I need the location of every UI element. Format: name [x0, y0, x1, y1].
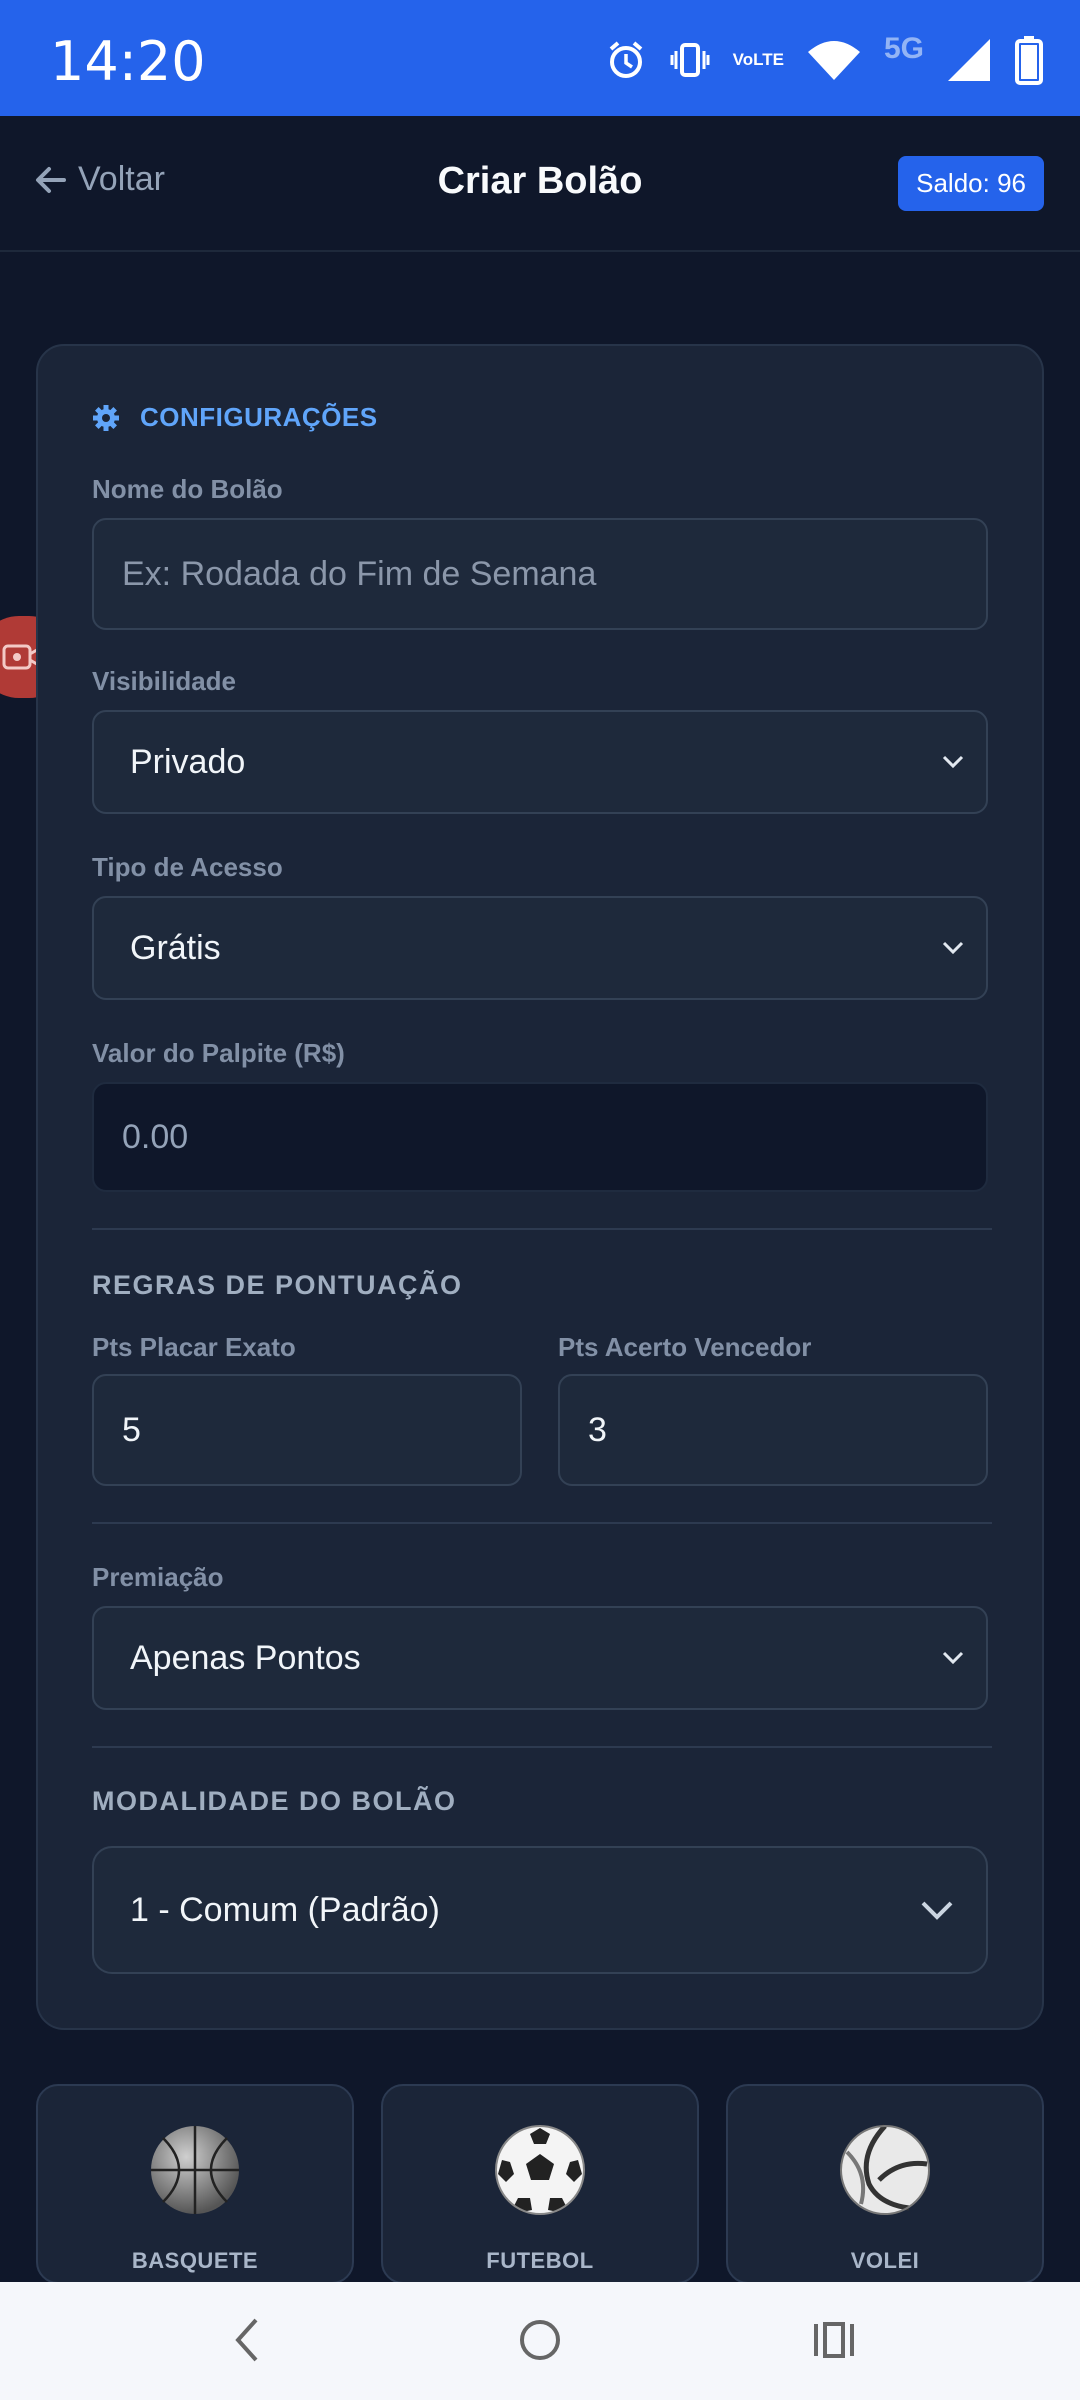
chevron-down-icon [942, 1651, 964, 1665]
prize-label: Premiação [92, 1562, 224, 1592]
winner-points-label: Pts Acerto Vencedor [558, 1332, 812, 1362]
prize-value: Apenas Pontos [130, 1638, 361, 1677]
nav-home-icon [520, 2320, 560, 2360]
exact-score-input[interactable]: 5 [92, 1374, 522, 1486]
config-section-title: CONFIGURAÇÕES [92, 402, 378, 433]
sport-tile-soccer[interactable]: FUTEBOL [381, 2084, 699, 2284]
divider [92, 1522, 992, 1524]
exact-score-value: 5 [122, 1410, 141, 1449]
mode-title: MODALIDADE DO BOLÃO [92, 1786, 457, 1816]
sport-tile-basketball[interactable]: BASQUETE [36, 2084, 354, 2284]
divider [92, 1228, 992, 1230]
status-time: 14:20 [50, 30, 206, 93]
sport-label: FUTEBOL [486, 2248, 594, 2273]
chevron-down-icon [942, 941, 964, 955]
soccer-ball-icon [494, 2124, 586, 2216]
sport-label: VOLEI [850, 2248, 920, 2273]
pool-name-placeholder: Ex: Rodada do Fim de Semana [122, 554, 597, 593]
sport-label: BASQUETE [131, 2248, 259, 2273]
divider [92, 1746, 992, 1748]
config-card: CONFIGURAÇÕES Nome do Bolão Ex: Rodada d… [36, 344, 1044, 2030]
basketball-icon [149, 2124, 241, 2216]
gear-icon [93, 404, 119, 431]
access-value: Grátis [130, 928, 221, 967]
winner-points-input[interactable]: 3 [558, 1374, 988, 1486]
prize-select[interactable]: Apenas Pontos [92, 1606, 988, 1710]
volleyball-icon [839, 2124, 931, 2216]
system-nav-bar [0, 2282, 1080, 2400]
visibility-value: Privado [130, 742, 246, 781]
alarm-icon [605, 39, 647, 81]
config-title-label: CONFIGURAÇÕES [140, 402, 378, 432]
volte-icon: Vo LTE [733, 51, 784, 69]
nav-back-icon [235, 2318, 258, 2362]
access-type-select[interactable]: Grátis [92, 896, 988, 1000]
name-label: Nome do Bolão [92, 474, 283, 504]
network-type: 5G [883, 32, 924, 65]
visibility-label: Visibilidade [92, 666, 237, 696]
vibrate-icon [669, 39, 711, 81]
nav-back-button[interactable] [226, 2312, 266, 2373]
bet-value-label: Valor do Palpite (R$) [92, 1038, 345, 1068]
volte-top-label: Vo [732, 50, 754, 69]
scoring-title: REGRAS DE PONTUAÇÃO [92, 1270, 463, 1300]
balance-badge: Saldo: 96 [898, 156, 1044, 211]
winner-points-value: 3 [588, 1410, 607, 1449]
status-icons: Vo LTE 5G [605, 30, 1044, 90]
status-bar: 14:20 Vo LTE 5G [0, 0, 1080, 116]
sport-tile-volleyball[interactable]: VOLEI [726, 2084, 1044, 2284]
signal-icon [946, 37, 992, 83]
mode-value: 1 - Comum (Padrão) [130, 1890, 440, 1929]
bet-value-input[interactable]: 0.00 [92, 1082, 988, 1192]
volte-bottom-label: LTE [753, 50, 784, 69]
nav-home-button[interactable] [516, 2312, 564, 2373]
top-header: Voltar Criar Bolão Saldo: 96 [0, 116, 1080, 252]
bet-value: 0.00 [122, 1117, 189, 1156]
access-label: Tipo de Acesso [92, 852, 283, 882]
mode-select[interactable]: 1 - Comum (Padrão) [92, 1846, 988, 1974]
battery-icon [1014, 35, 1044, 85]
visibility-select[interactable]: Privado [92, 710, 988, 814]
chevron-down-icon [921, 1901, 953, 1920]
chevron-down-icon [942, 755, 964, 769]
wifi-icon [806, 38, 862, 82]
nav-recents-button[interactable] [812, 2312, 856, 2373]
nav-recents-icon [814, 2322, 854, 2358]
pool-name-input[interactable]: Ex: Rodada do Fim de Semana [92, 518, 988, 630]
exact-score-label: Pts Placar Exato [92, 1332, 296, 1362]
